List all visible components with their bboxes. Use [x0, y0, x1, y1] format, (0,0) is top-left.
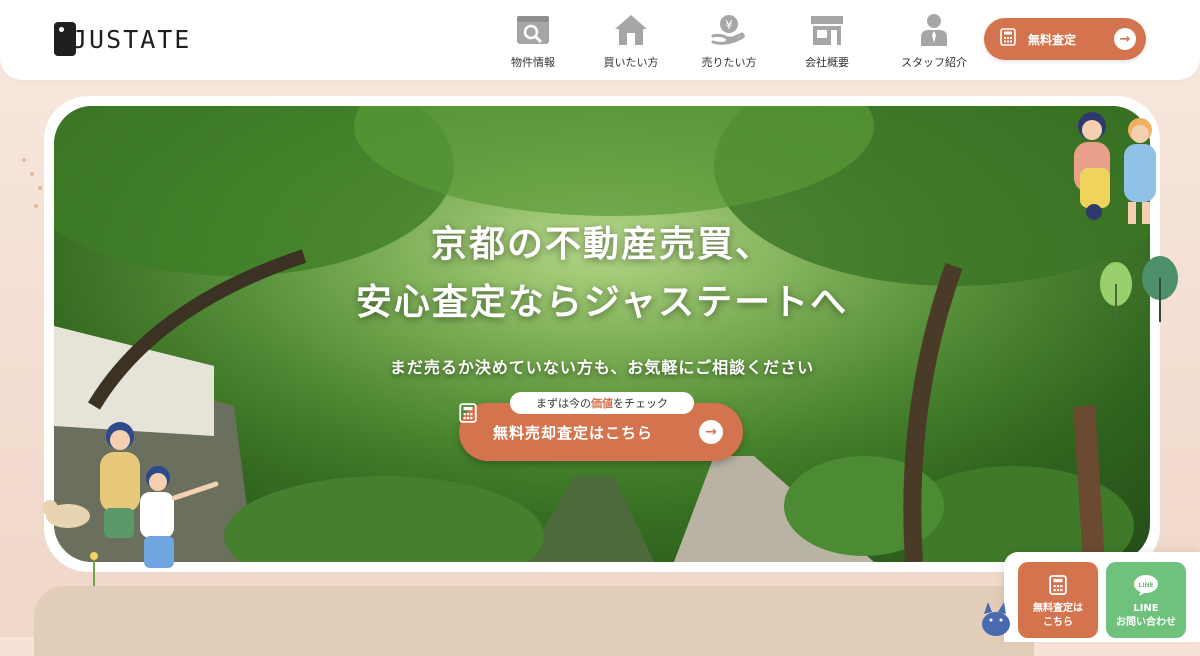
family-illustration: [1074, 112, 1156, 224]
cta-tag-text-before: まずは今の: [536, 397, 591, 410]
logo[interactable]: JUSTATE: [54, 22, 191, 56]
nav-item-company[interactable]: 会社概要: [778, 12, 876, 70]
line-chat-icon: LINE: [1106, 574, 1186, 596]
cta-tag-text-after: をチェック: [613, 397, 668, 410]
hero-title-line1: 京都の不動産売買、: [430, 224, 773, 265]
nav-label: 買いたい方: [603, 56, 659, 69]
yen-hand-icon: ¥: [711, 12, 747, 48]
floating-line-button[interactable]: LINE LINE お問い合わせ: [1106, 562, 1186, 638]
arrow-right-icon: →: [699, 420, 723, 444]
floating-line-label-1: LINE: [1133, 603, 1159, 614]
calculator-icon: [1018, 574, 1098, 596]
nav-item-properties[interactable]: 物件情報: [484, 12, 582, 70]
free-assessment-label: 無料査定: [1028, 32, 1077, 47]
nav-label: スタッフ紹介: [901, 56, 967, 69]
nav-label: 売りたい方: [701, 56, 757, 69]
house-icon: [613, 12, 649, 48]
nav-label: 会社概要: [805, 56, 849, 69]
nav-item-sell[interactable]: ¥ 売りたい方: [680, 12, 778, 70]
hero-title-line2: 安心査定ならジャステートへ: [355, 282, 849, 323]
shop-icon: [809, 12, 845, 48]
logo-text: JUSTATE: [72, 24, 192, 54]
nav-item-staff[interactable]: スタッフ紹介: [876, 12, 992, 70]
section-background-band: [34, 586, 1034, 656]
free-assessment-button[interactable]: 無料査定 →: [984, 18, 1146, 60]
main-nav: 物件情報 買いたい方 ¥ 売りたい方 会社概要 スタッフ紹介: [484, 12, 992, 70]
walking-people-illustration: [42, 422, 219, 588]
calculator-icon: [1000, 28, 1016, 50]
nav-item-buy[interactable]: 買いたい方: [582, 12, 680, 70]
floating-assessment-label-1: 無料査定は: [1033, 603, 1083, 614]
svg-text:LINE: LINE: [1138, 582, 1153, 589]
staff-icon: [916, 12, 952, 48]
nav-label: 物件情報: [511, 56, 555, 69]
hero-subtitle: まだ売るか決めていない方も、お気軽にご相談ください: [389, 358, 815, 377]
cat-illustration: [982, 602, 1010, 636]
property-search-icon: [515, 12, 551, 48]
cta-tag: まずは今の 価値 をチェック: [510, 392, 694, 414]
floating-assessment-label-2: こちら: [1043, 617, 1073, 628]
floating-contact-panel: 無料査定は こちら LINE LINE お問い合わせ: [1004, 552, 1200, 642]
svg-text:¥: ¥: [725, 18, 733, 32]
floating-line-label-2: お問い合わせ: [1116, 617, 1176, 628]
small-trees-illustration: [1100, 256, 1178, 322]
floating-assessment-button[interactable]: 無料査定は こちら: [1018, 562, 1098, 638]
cta-tag-highlight: 価値: [591, 397, 613, 410]
site-header: JUSTATE 物件情報 買いたい方 ¥ 売りたい方 会社概要 スタッフ紹介 無…: [0, 0, 1200, 80]
free-sale-assessment-label: 無料売却査定はこちら: [493, 423, 654, 442]
arrow-right-icon: →: [1114, 28, 1136, 50]
logo-mark-icon: [54, 22, 76, 56]
